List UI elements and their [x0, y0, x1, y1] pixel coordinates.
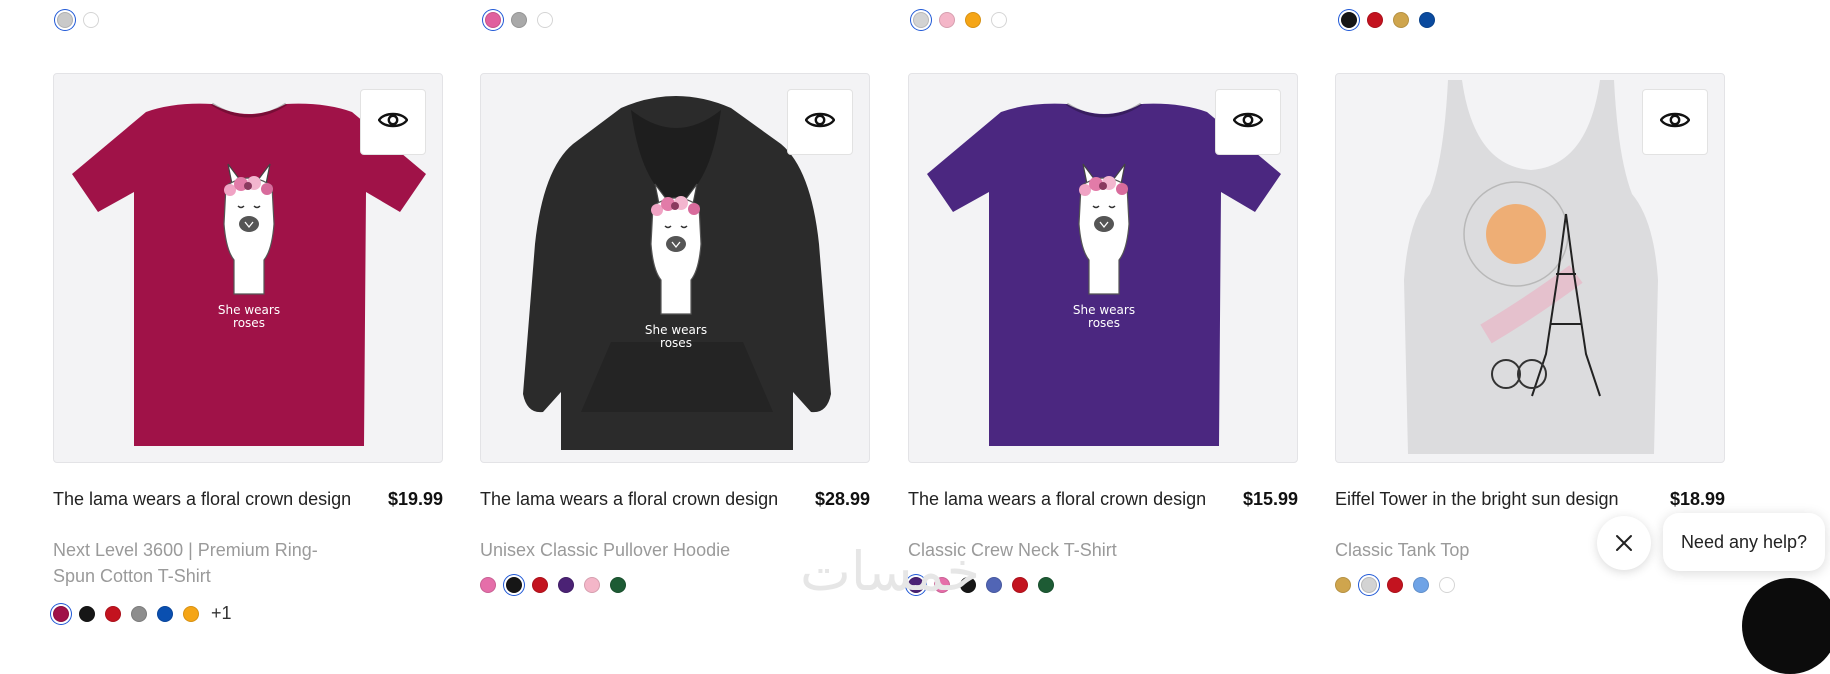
eye-icon [1232, 110, 1264, 135]
color-swatch[interactable] [1038, 577, 1054, 593]
quick-view-button[interactable] [1642, 89, 1708, 155]
color-swatch[interactable] [105, 605, 121, 622]
color-swatch[interactable] [53, 605, 69, 622]
top-swatches-3 [913, 12, 1007, 28]
svg-text:roses: roses [660, 336, 692, 350]
color-swatch[interactable] [1413, 577, 1429, 593]
color-swatch[interactable] [965, 12, 981, 28]
quick-view-button[interactable] [360, 89, 426, 155]
svg-text:She wears: She wears [1073, 303, 1135, 317]
help-text: Need any help? [1680, 531, 1808, 552]
color-swatch[interactable] [183, 605, 199, 622]
product-card[interactable]: She wears roses The lama wears a floral … [53, 73, 443, 624]
color-swatch[interactable] [506, 577, 522, 593]
color-swatch[interactable] [57, 12, 73, 28]
product-info: The lama wears a floral crown design $19… [53, 487, 443, 535]
product-card[interactable]: Eiffel Tower in the bright sun design $1… [1335, 73, 1725, 593]
quick-view-button[interactable] [1215, 89, 1281, 155]
product-price: $15.99 [1242, 489, 1298, 509]
color-swatch[interactable] [1341, 12, 1357, 28]
color-swatch[interactable] [537, 12, 553, 28]
product-title[interactable]: The lama wears a floral crown design [908, 487, 1298, 511]
color-swatch[interactable] [131, 605, 147, 622]
product-price: $28.99 [814, 489, 870, 509]
top-swatches-4 [1341, 12, 1435, 28]
product-title[interactable]: The lama wears a floral crown design [53, 487, 443, 511]
top-swatches-2 [485, 12, 553, 28]
product-price: $19.99 [387, 489, 443, 509]
chat-launcher-button[interactable] [1742, 578, 1830, 674]
color-swatch[interactable] [1367, 12, 1383, 28]
product-image-box[interactable]: She wears roses [908, 73, 1298, 463]
eye-icon [804, 110, 836, 135]
color-swatch[interactable] [1419, 12, 1435, 28]
quick-view-button[interactable] [787, 89, 853, 155]
eye-icon [1659, 110, 1691, 135]
color-swatch[interactable] [511, 12, 527, 28]
color-swatch[interactable] [1439, 577, 1455, 593]
color-swatch[interactable] [610, 577, 626, 593]
product-type[interactable]: Next Level 3600 | Premium Ring-Spun Cott… [53, 537, 353, 589]
color-swatch[interactable] [1335, 577, 1351, 593]
color-swatch[interactable] [1012, 577, 1028, 593]
close-icon [1616, 535, 1632, 551]
color-swatch[interactable] [991, 12, 1007, 28]
color-swatch[interactable] [913, 12, 929, 28]
product-title[interactable]: Eiffel Tower in the bright sun design [1335, 487, 1725, 511]
svg-text:roses: roses [1088, 316, 1120, 330]
more-colors-count[interactable]: +1 [211, 603, 232, 624]
eye-icon [377, 110, 409, 135]
help-close-button[interactable] [1597, 516, 1651, 570]
color-swatch[interactable] [1361, 577, 1377, 593]
color-swatch[interactable] [1387, 577, 1403, 593]
svg-text:She wears: She wears [645, 323, 707, 337]
color-swatch[interactable] [83, 12, 99, 28]
product-image-box[interactable] [1335, 73, 1725, 463]
color-swatch[interactable] [939, 12, 955, 28]
product-price: $18.99 [1669, 489, 1725, 509]
color-swatch[interactable] [986, 577, 1002, 593]
help-bubble[interactable]: Need any help? [1663, 513, 1825, 571]
color-swatches: +1 [53, 603, 443, 624]
product-card[interactable]: She wears roses The lama wears a floral … [908, 73, 1298, 593]
color-swatches [1335, 577, 1725, 593]
color-swatch[interactable] [1393, 12, 1409, 28]
watermark: خمسات [800, 540, 981, 603]
product-card[interactable]: She wears roses The lama wears a floral … [480, 73, 870, 593]
color-swatch[interactable] [480, 577, 496, 593]
color-swatch[interactable] [485, 12, 501, 28]
color-swatch[interactable] [532, 577, 548, 593]
product-info: The lama wears a floral crown design $15… [908, 487, 1298, 535]
product-title[interactable]: The lama wears a floral crown design [480, 487, 870, 511]
product-image-box[interactable]: She wears roses [53, 73, 443, 463]
product-info: The lama wears a floral crown design $28… [480, 487, 870, 535]
color-swatch[interactable] [558, 577, 574, 593]
svg-text:roses: roses [233, 316, 265, 330]
svg-text:She wears: She wears [218, 303, 280, 317]
color-swatch[interactable] [157, 605, 173, 622]
top-swatches-1 [57, 12, 99, 28]
color-swatch[interactable] [79, 605, 95, 622]
color-swatch[interactable] [584, 577, 600, 593]
product-image-box[interactable]: She wears roses [480, 73, 870, 463]
